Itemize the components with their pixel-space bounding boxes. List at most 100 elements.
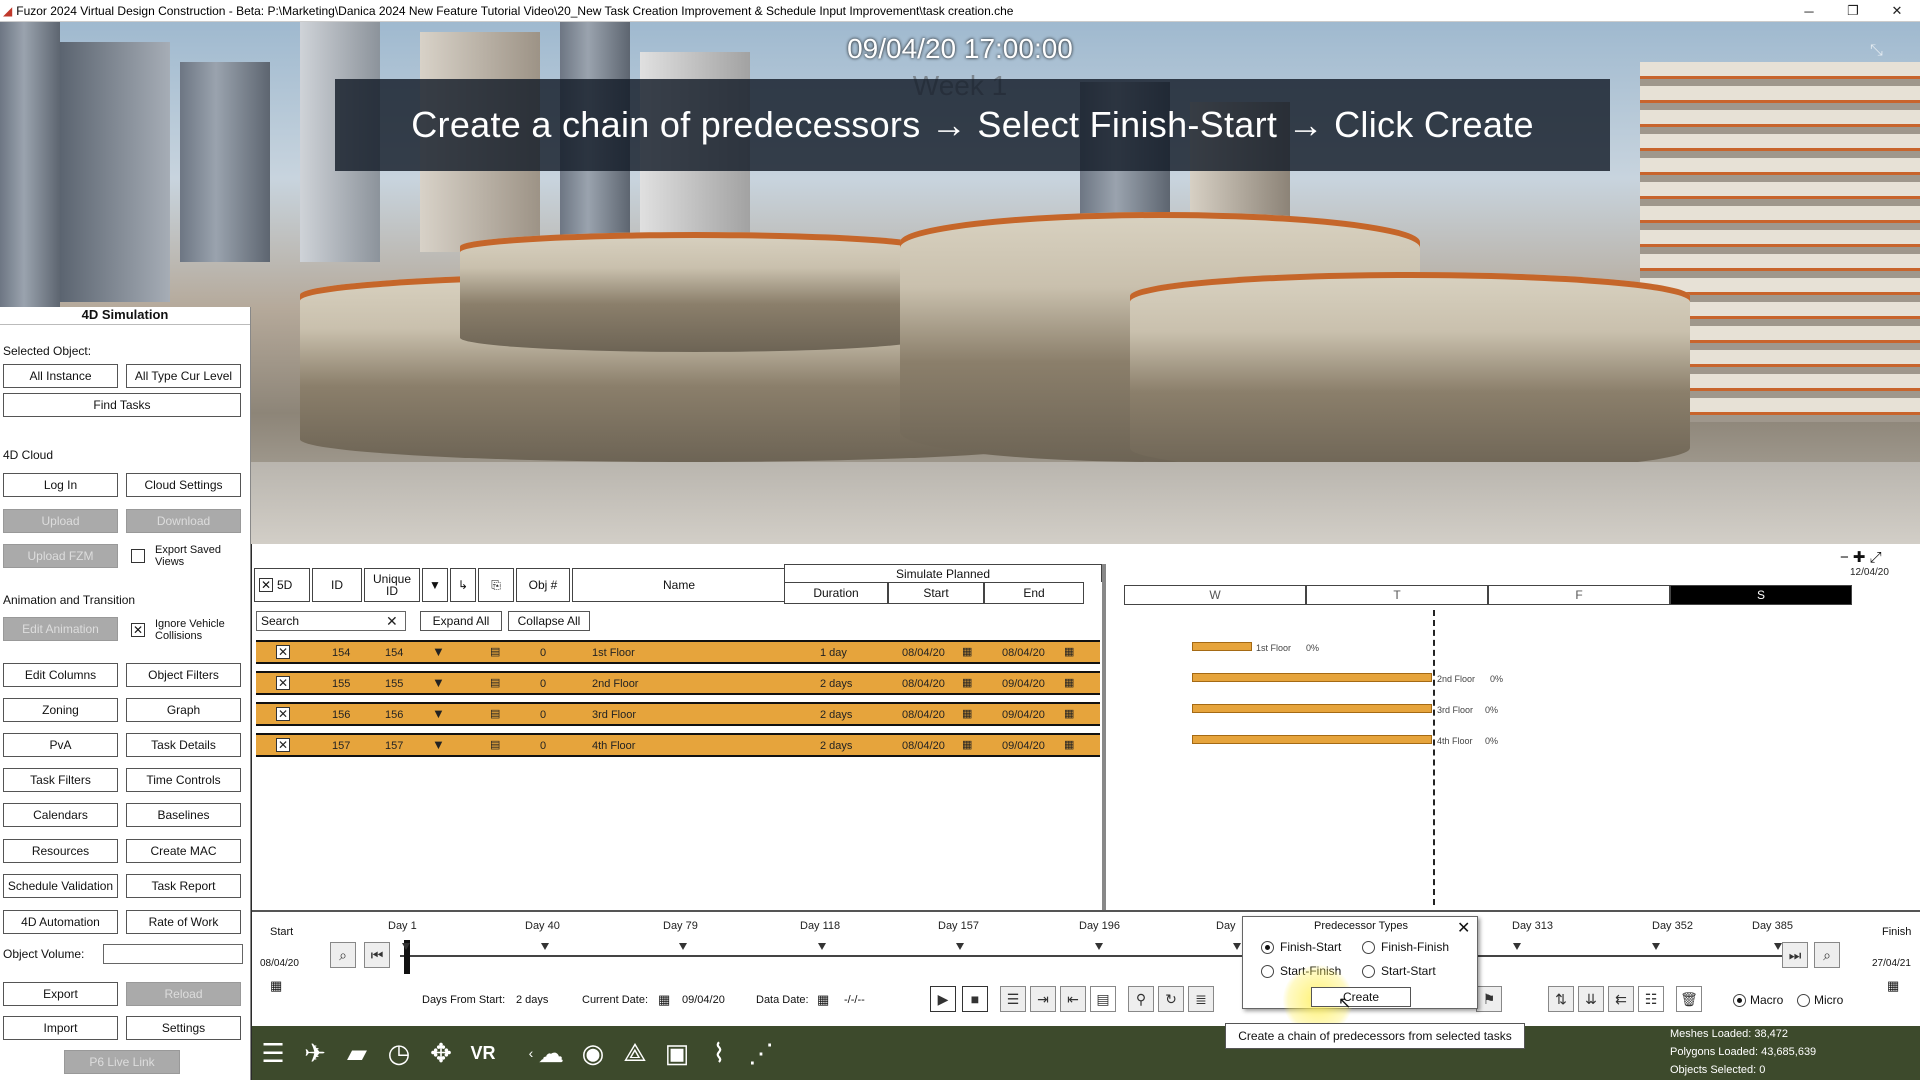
zoom-controls[interactable]: − ✚ ⤢ [1840,548,1882,566]
row-select-checkbox[interactable]: ✕ [276,645,290,659]
calendar-icon[interactable]: ▦ [658,992,670,1008]
weather-icon[interactable]: ☁ [534,1036,568,1070]
export-saved-views-checkbox[interactable] [131,549,145,563]
start-finish-radio[interactable] [1261,965,1274,978]
4d-automation-button[interactable]: 4D Automation [3,910,118,934]
skip-forward-icon[interactable]: ⏭ [1782,942,1808,968]
toolbar-icon[interactable]: ▤ [1090,986,1116,1012]
toolbar-icon[interactable]: ⇥ [1030,986,1056,1012]
zoom-out-icon[interactable]: ⌕ [330,942,356,968]
schedule-validation-button[interactable]: Schedule Validation [3,874,118,898]
col-end-header[interactable]: End [984,582,1084,604]
baselines-button[interactable]: Baselines [126,803,241,827]
collapse-all-button[interactable]: Collapse All [508,611,590,631]
gantt-bar[interactable] [1192,673,1432,682]
search-input[interactable]: Search [256,611,406,631]
vr-icon[interactable]: VR [466,1036,500,1070]
clock-icon[interactable]: ◷ [382,1036,416,1070]
table-row[interactable]: ✕ 155 155 ▼ ▤ 0 2nd Floor 2 days 08/04/2… [256,671,1100,695]
drone-icon[interactable]: ✈ [298,1036,332,1070]
toolbar-icon[interactable]: ⇤ [1060,986,1086,1012]
timeline-track[interactable] [400,955,1790,957]
col-id-header[interactable]: ID [312,568,362,602]
task-details-button[interactable]: Task Details [126,733,241,757]
edit-columns-button[interactable]: Edit Columns [3,663,118,687]
toolbar-icon[interactable]: ⚑ [1476,986,1502,1012]
ignore-vehicle-collisions-checkbox[interactable]: ✕ [131,623,145,637]
toolbar-icon[interactable]: ⇊ [1578,986,1604,1012]
start-start-radio[interactable] [1362,965,1375,978]
calendar-icon[interactable]: ▦ [962,645,972,658]
play-icon[interactable]: ▶ [930,986,956,1012]
restore-button[interactable]: ❐ [1830,0,1876,22]
table-row[interactable]: ✕ 157 157 ▼ ▤ 0 4th Floor 2 days 08/04/2… [256,733,1100,757]
calendar-icon[interactable]: ▦ [962,676,972,689]
graph-button[interactable]: Graph [126,698,241,722]
create-button[interactable]: Create [1311,987,1411,1007]
gantt-bar[interactable] [1192,642,1252,651]
gantt-bar[interactable] [1192,704,1432,713]
menu-icon[interactable]: ☰ [256,1036,290,1070]
col-5d-header[interactable]: ✕ 5D [254,568,310,602]
row-select-checkbox[interactable]: ✕ [276,707,290,721]
list-icon[interactable]: ≣ [1188,986,1214,1012]
refresh-icon[interactable]: ↻ [1158,986,1184,1012]
log-in-button[interactable]: Log In [3,473,118,497]
import-button[interactable]: Import [3,1016,118,1040]
calendar-icon[interactable]: ▦ [1064,707,1074,720]
finish-finish-radio[interactable] [1362,941,1375,954]
camera-icon[interactable]: ▣ [660,1036,694,1070]
time-controls-button[interactable]: Time Controls [126,768,241,792]
popup-close-icon[interactable]: ✕ [1457,918,1470,938]
row-select-checkbox[interactable]: ✕ [276,738,290,752]
create-mac-button[interactable]: Create MAC [126,839,241,863]
col-name-header[interactable]: Name [572,568,786,602]
link-icon[interactable]: ⚲ [1128,986,1154,1012]
col-unique-id-header[interactable]: Unique ID [364,568,420,602]
zoning-button[interactable]: Zoning [3,698,118,722]
macro-radio[interactable] [1733,994,1746,1007]
col-duration-header[interactable]: Duration [784,582,888,604]
all-instance-button[interactable]: All Instance [3,364,118,388]
calendar-icon[interactable]: ▦ [962,738,972,751]
col-obj-header[interactable]: Obj # [516,568,570,602]
clear-search-icon[interactable]: ✕ [386,613,398,630]
calendar-icon[interactable]: ▦ [817,992,829,1008]
toolbar-icon[interactable]: ☰ [1000,986,1026,1012]
micro-radio[interactable] [1797,994,1810,1007]
export-button[interactable]: Export [3,982,118,1006]
clipboard-icon[interactable]: ⎘ [478,568,514,602]
calendar-icon[interactable]: ▦ [1064,738,1074,751]
close-icon[interactable]: ✕ [259,578,273,592]
zoom-in-icon[interactable]: ⌕ [1814,942,1840,968]
3d-viewport[interactable]: 09/04/20 17:00:00 Week 1 Create a chain … [0,22,1920,544]
object-volume-field[interactable] [103,944,243,964]
toolbar-icon[interactable]: ⇅ [1548,986,1574,1012]
all-type-cur-level-button[interactable]: All Type Cur Level [126,364,241,388]
calendar-icon[interactable]: ▦ [1064,645,1074,658]
splitter[interactable] [1102,564,1106,910]
minimize-button[interactable]: ─ [1786,0,1832,22]
calendar-icon[interactable]: ▦ [1064,676,1074,689]
gantt-bar[interactable] [1192,735,1432,744]
calendar-icon[interactable]: ▦ [962,707,972,720]
folder-icon[interactable]: ▰ [340,1036,374,1070]
rate-of-work-button[interactable]: Rate of Work [126,910,241,934]
expand-view-icon[interactable]: ⤡ [1870,42,1883,60]
expand-all-button[interactable]: Expand All [420,611,502,631]
find-tasks-button[interactable]: Find Tasks [3,393,241,417]
row-select-checkbox[interactable]: ✕ [276,676,290,690]
task-report-button[interactable]: Task Report [126,874,241,898]
move-icon[interactable]: ✥ [424,1036,458,1070]
table-row[interactable]: ✕ 156 156 ▼ ▤ 0 3rd Floor 2 days 08/04/2… [256,702,1100,726]
finish-start-radio[interactable] [1261,941,1274,954]
calendar-icon[interactable]: ▦ [270,978,282,994]
pva-button[interactable]: PvA [3,733,118,757]
chart-line-icon[interactable]: ⌇ [702,1036,736,1070]
eye-icon[interactable]: ◉ [576,1036,610,1070]
toolbar-icon[interactable]: ⇇ [1608,986,1634,1012]
task-filters-button[interactable]: Task Filters [3,768,118,792]
toolbar-icon[interactable]: ☷ [1638,986,1664,1012]
filter-icon[interactable]: ▼ [422,568,448,602]
trash-icon[interactable]: 🗑 [1676,986,1702,1012]
